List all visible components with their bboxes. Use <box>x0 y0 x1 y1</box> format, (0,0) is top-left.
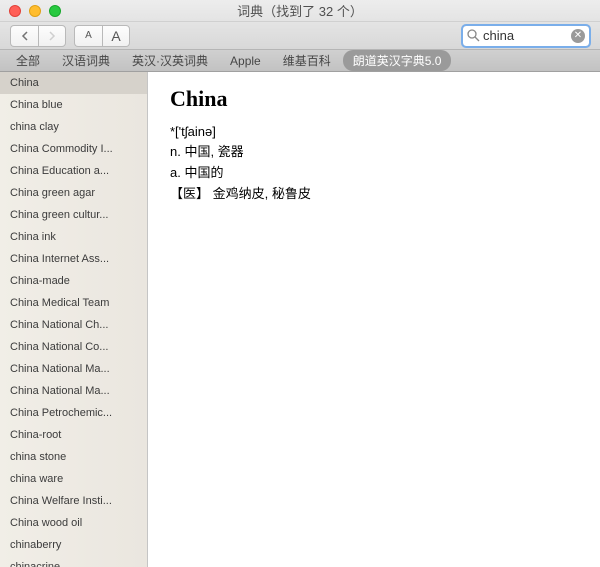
result-item[interactable]: China Medical Team <box>0 292 147 314</box>
content-area: ChinaChina bluechina clayChina Commodity… <box>0 72 600 567</box>
window-title: 词典（找到了 32 个） <box>0 1 600 20</box>
definition-line: n. 中国, 瓷器 <box>170 141 578 160</box>
result-item[interactable]: china ware <box>0 468 147 490</box>
maximize-button[interactable] <box>49 5 61 17</box>
source-tab-1[interactable]: 汉语词典 <box>52 50 120 71</box>
result-item[interactable]: China National Co... <box>0 336 147 358</box>
app-window: 词典（找到了 32 个） A A ✕ 全部汉语词典英汉·汉英词典Apple维基百… <box>0 0 600 567</box>
close-button[interactable] <box>9 5 21 17</box>
headword: China <box>170 86 578 112</box>
clear-search-button[interactable]: ✕ <box>571 29 585 43</box>
source-tab-3[interactable]: Apple <box>220 52 271 70</box>
search-icon <box>467 29 480 42</box>
forward-button[interactable] <box>38 25 66 47</box>
result-item[interactable]: China <box>0 72 147 94</box>
result-item[interactable]: China wood oil <box>0 512 147 534</box>
toolbar: A A ✕ <box>0 22 600 50</box>
result-item[interactable]: China Internet Ass... <box>0 248 147 270</box>
source-tabbar: 全部汉语词典英汉·汉英词典Apple维基百科朗道英汉字典5.0 <box>0 50 600 72</box>
chevron-left-icon <box>21 31 29 41</box>
result-item[interactable]: China green cultur... <box>0 204 147 226</box>
result-item[interactable]: China-made <box>0 270 147 292</box>
textsize-segment: A A <box>74 25 130 47</box>
result-item[interactable]: China National Ch... <box>0 314 147 336</box>
results-sidebar: ChinaChina bluechina clayChina Commodity… <box>0 72 148 567</box>
text-smaller-button[interactable]: A <box>74 25 102 47</box>
result-item[interactable]: China National Ma... <box>0 380 147 402</box>
chevron-right-icon <box>48 31 56 41</box>
result-item[interactable]: China ink <box>0 226 147 248</box>
result-item[interactable]: China National Ma... <box>0 358 147 380</box>
source-tab-0[interactable]: 全部 <box>6 50 50 71</box>
minimize-button[interactable] <box>29 5 41 17</box>
result-item[interactable]: China Petrochemic... <box>0 402 147 424</box>
back-button[interactable] <box>10 25 38 47</box>
source-tab-4[interactable]: 维基百科 <box>273 50 341 71</box>
source-tab-5[interactable]: 朗道英汉字典5.0 <box>343 50 452 71</box>
nav-segment <box>10 25 66 47</box>
definition-pane: China *['tʃainə] n. 中国, 瓷器 a. 中国的【医】 金鸡纳皮,… <box>148 72 600 567</box>
definition-line: *['tʃainə] <box>170 124 578 139</box>
source-tab-2[interactable]: 英汉·汉英词典 <box>122 50 218 71</box>
result-item[interactable]: china stone <box>0 446 147 468</box>
result-item[interactable]: China-root <box>0 424 147 446</box>
result-item[interactable]: China blue <box>0 94 147 116</box>
result-item[interactable]: China green agar <box>0 182 147 204</box>
result-item[interactable]: china clay <box>0 116 147 138</box>
result-item[interactable]: China Commodity I... <box>0 138 147 160</box>
text-larger-button[interactable]: A <box>102 25 130 47</box>
titlebar: 词典（找到了 32 个） <box>0 0 600 22</box>
result-item[interactable]: China Education a... <box>0 160 147 182</box>
search-wrap: ✕ <box>462 25 590 47</box>
traffic-lights <box>0 5 61 17</box>
definition-line: 【医】 金鸡纳皮, 秘鲁皮 <box>170 183 578 202</box>
result-item[interactable]: chinacrine <box>0 556 147 567</box>
result-item[interactable]: chinaberry <box>0 534 147 556</box>
result-item[interactable]: China Welfare Insti... <box>0 490 147 512</box>
definition-line: a. 中国的 <box>170 162 578 181</box>
